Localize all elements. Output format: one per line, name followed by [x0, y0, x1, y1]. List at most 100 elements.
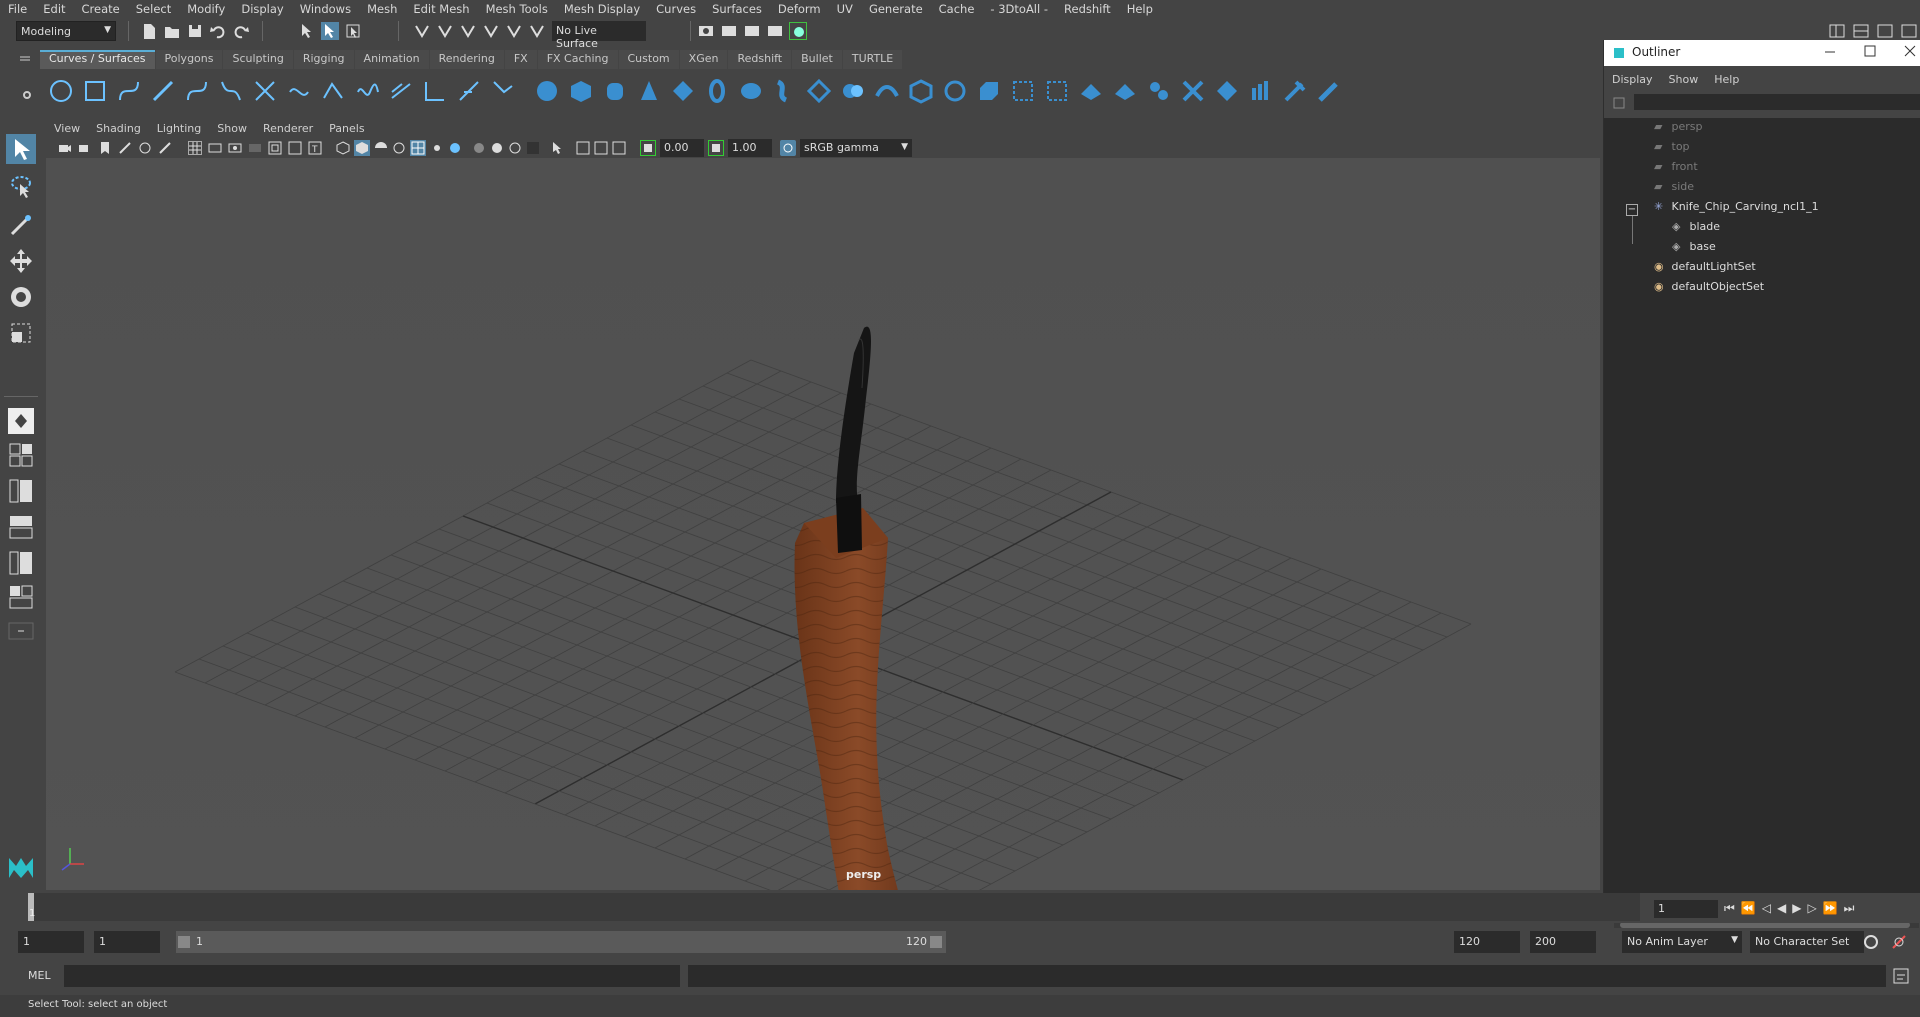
attach-surface-icon[interactable] — [1112, 78, 1138, 104]
shelf-tab-custom[interactable]: Custom — [618, 50, 679, 69]
shelf-tab-redshift[interactable]: Redshift — [728, 50, 792, 69]
outliner-item-group[interactable]: ✳ Knife_Chip_Carving_ncl1_1 — [1654, 200, 1819, 220]
use-all-lights-icon[interactable] — [430, 141, 444, 155]
gamma-field[interactable]: 1.00 — [728, 139, 772, 157]
menu-file[interactable]: File — [0, 2, 35, 16]
menu-uv[interactable]: UV — [829, 2, 861, 16]
grease-pencil-icon[interactable] — [158, 141, 172, 155]
menu-modify[interactable]: Modify — [179, 2, 233, 16]
menu-create[interactable]: Create — [74, 2, 128, 16]
trim-icon[interactable] — [1044, 78, 1070, 104]
rebuild-surface-icon[interactable] — [1214, 78, 1240, 104]
open-scene-icon[interactable] — [163, 22, 181, 40]
colorspace-dropdown[interactable]: sRGB gamma ▼ — [800, 139, 912, 157]
live-surface-field[interactable]: No Live Surface — [552, 21, 646, 50]
project-curve-icon[interactable] — [1010, 78, 1036, 104]
nurbs-cone-icon[interactable] — [636, 78, 662, 104]
menu-mesh-tools[interactable]: Mesh Tools — [478, 2, 556, 16]
menu-display[interactable]: Display — [233, 2, 291, 16]
outliner-item-front[interactable]: ▰ front — [1654, 160, 1698, 180]
xray-icon[interactable] — [576, 141, 590, 155]
snap-point-icon[interactable] — [459, 22, 477, 40]
snap-surface-icon[interactable] — [505, 22, 523, 40]
shelf-tab-rigging[interactable]: Rigging — [293, 50, 354, 69]
anim-preferences-icon[interactable] — [1890, 933, 1908, 951]
detach-surface-icon[interactable] — [1146, 78, 1172, 104]
curve-offset-icon[interactable] — [388, 78, 414, 104]
safe-action-icon[interactable] — [288, 141, 302, 155]
viewport-menu-shading[interactable]: Shading — [88, 122, 149, 135]
anti-aliasing-icon[interactable] — [508, 141, 522, 155]
shelf-tab-animation[interactable]: Animation — [354, 50, 429, 69]
camera-attributes-icon[interactable] — [78, 141, 92, 155]
resolution-gate-icon[interactable] — [228, 141, 242, 155]
pencil-curve-icon[interactable] — [218, 78, 244, 104]
outliner-item-side[interactable]: ▰ side — [1654, 180, 1694, 200]
isolate-select-icon[interactable] — [550, 141, 564, 155]
revolve-icon[interactable] — [738, 78, 764, 104]
surface-editing-icon[interactable] — [1316, 78, 1342, 104]
playback-end-field[interactable]: 120 — [1454, 931, 1520, 953]
nurbs-torus-icon[interactable] — [704, 78, 730, 104]
hypershade-icon[interactable] — [766, 22, 784, 40]
range-start-handle[interactable] — [178, 936, 190, 948]
knife-model[interactable] — [794, 326, 936, 890]
viewport-persp[interactable]: persp — [46, 158, 1600, 890]
viewport-menu-lighting[interactable]: Lighting — [149, 122, 209, 135]
paint-select-icon[interactable] — [6, 210, 36, 240]
birail-icon[interactable] — [874, 78, 900, 104]
viewport-scene[interactable] — [46, 158, 1600, 890]
xray-components-icon[interactable] — [612, 141, 626, 155]
shelf-tab-curves-surfaces[interactable]: Curves / Surfaces — [40, 50, 155, 69]
camera-select-icon[interactable] — [58, 141, 72, 155]
nurbs-cube-icon[interactable] — [568, 78, 594, 104]
current-frame-field[interactable]: 1 — [1654, 900, 1718, 918]
time-slider-track[interactable] — [28, 893, 1640, 921]
redo-icon[interactable] — [232, 22, 250, 40]
wireframe-icon[interactable] — [336, 141, 350, 155]
nurbs-square-icon[interactable] — [82, 78, 108, 104]
step-back-key-icon[interactable]: ⏪ — [1741, 901, 1756, 917]
motion-blur-icon[interactable] — [490, 141, 504, 155]
color-management-icon[interactable] — [780, 140, 796, 156]
safe-title-icon[interactable]: T — [308, 141, 322, 155]
menu-edit[interactable]: Edit — [35, 2, 73, 16]
more-layouts-icon[interactable] — [8, 622, 34, 640]
wireframe-on-shaded-icon[interactable] — [392, 141, 406, 155]
boundary-icon[interactable] — [908, 78, 934, 104]
outliner-item-defaultobjectset[interactable]: ◉ defaultObjectSet — [1654, 280, 1764, 300]
channel-box-icon[interactable] — [1876, 22, 1894, 40]
render-settings-icon[interactable] — [743, 22, 761, 40]
snap-view-plane-icon[interactable] — [482, 22, 500, 40]
outliner-menu-show[interactable]: Show — [1661, 73, 1707, 86]
extrude-icon[interactable] — [840, 78, 866, 104]
outliner-item-persp[interactable]: ▰ persp — [1654, 120, 1703, 140]
curve-fillet-icon[interactable] — [422, 78, 448, 104]
workspace-icon[interactable] — [1828, 22, 1846, 40]
field-chart-icon[interactable] — [268, 141, 282, 155]
default-material-icon[interactable] — [374, 141, 388, 155]
nurbs-sphere-icon[interactable] — [534, 78, 560, 104]
minimize-icon[interactable] — [1822, 43, 1838, 59]
shelf-tab-polygons[interactable]: Polygons — [155, 50, 223, 69]
viewport-menu-show[interactable]: Show — [209, 122, 255, 135]
curve-extend-icon[interactable] — [456, 78, 482, 104]
shelf-tab-bullet[interactable]: Bullet — [792, 50, 842, 69]
script-language-label[interactable]: MEL — [28, 969, 51, 982]
layout-icon[interactable] — [1852, 22, 1870, 40]
curve-rebuild-icon[interactable] — [354, 78, 380, 104]
outliner-item-top[interactable]: ▰ top — [1654, 140, 1690, 160]
gate-mask-icon[interactable] — [248, 141, 262, 155]
play-backwards-icon[interactable]: ◀ — [1777, 901, 1786, 917]
2d-pan-zoom-icon[interactable] — [138, 141, 152, 155]
save-scene-icon[interactable] — [186, 22, 204, 40]
outliner-item-blade[interactable]: ◈ blade — [1672, 220, 1720, 240]
playback-start-field[interactable]: 1 — [94, 931, 160, 953]
nurbs-cylinder-icon[interactable] — [602, 78, 628, 104]
step-forward-frame-icon[interactable]: ▷ — [1807, 901, 1816, 917]
curve-detach-icon[interactable] — [320, 78, 346, 104]
sculpt-geometry-icon[interactable] — [1282, 78, 1308, 104]
menu-deform[interactable]: Deform — [770, 2, 829, 16]
maximize-icon[interactable] — [1862, 43, 1878, 59]
menu-redshift[interactable]: Redshift — [1056, 2, 1119, 16]
